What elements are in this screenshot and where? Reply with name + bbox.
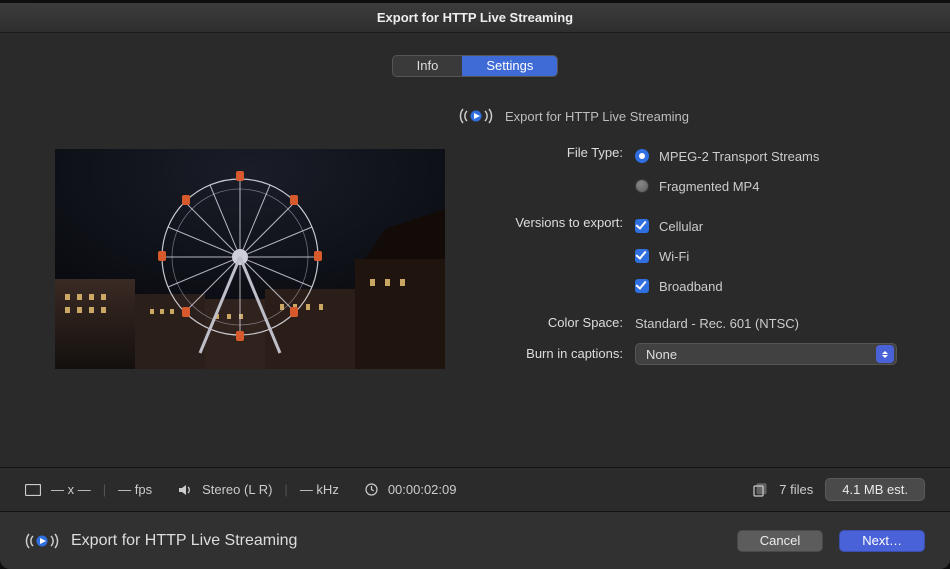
clock-icon <box>365 483 378 496</box>
checkbox-wifi[interactable]: Wi-Fi <box>635 243 897 269</box>
checkbox-broadband-label: Broadband <box>659 279 723 294</box>
settings-form: Export for HTTP Live Streaming File Type… <box>465 97 897 375</box>
tab-info[interactable]: Info <box>393 56 463 76</box>
checkbox-broadband[interactable]: Broadband <box>635 273 897 299</box>
status-audio: Stereo (L R) <box>202 482 272 497</box>
broadcast-icon <box>459 107 493 125</box>
select-arrows-icon <box>876 345 894 363</box>
window-title: Export for HTTP Live Streaming <box>0 3 950 33</box>
checkbox-cellular[interactable]: Cellular <box>635 213 897 239</box>
preview-thumbnail <box>55 149 445 369</box>
label-captions: Burn in captions: <box>465 344 635 364</box>
label-color-space: Color Space: <box>465 313 635 333</box>
status-size-estimate: 4.1 MB est. <box>825 478 925 501</box>
files-icon <box>753 483 767 497</box>
radio-off-icon <box>635 179 649 193</box>
cancel-button[interactable]: Cancel <box>737 530 823 552</box>
footer-bar: Export for HTTP Live Streaming Cancel Ne… <box>0 511 950 569</box>
status-fps: — fps <box>118 482 152 497</box>
status-dimensions: — x — <box>51 482 91 497</box>
status-khz: — kHz <box>300 482 339 497</box>
checkbox-cellular-label: Cellular <box>659 219 703 234</box>
row-versions: Versions to export: Cellular Wi-Fi <box>465 213 897 303</box>
preset-name: Export for HTTP Live Streaming <box>505 109 689 124</box>
radio-fragmented-mp4[interactable]: Fragmented MP4 <box>635 173 897 199</box>
radio-mpeg2-label: MPEG-2 Transport Streams <box>659 149 819 164</box>
content-area: Info Settings <box>0 33 950 569</box>
label-file-type: File Type: <box>465 143 635 163</box>
checkmark-icon <box>635 279 649 293</box>
status-duration: 00:00:02:09 <box>388 482 457 497</box>
checkmark-icon <box>635 249 649 263</box>
radio-mpeg2-ts[interactable]: MPEG-2 Transport Streams <box>635 143 897 169</box>
video-preview <box>55 149 445 375</box>
checkmark-icon <box>635 219 649 233</box>
status-bar: — x — | — fps Stereo (L R) | — kHz 00:00… <box>0 467 950 511</box>
select-captions[interactable]: None <box>635 343 897 365</box>
speaker-icon <box>178 484 192 496</box>
broadcast-icon <box>25 532 59 550</box>
row-captions: Burn in captions: None <box>465 343 897 365</box>
status-file-count: 7 files <box>779 482 813 497</box>
export-dialog: Export for HTTP Live Streaming Info Sett… <box>0 3 950 564</box>
row-color-space: Color Space: Standard - Rec. 601 (NTSC) <box>465 313 897 333</box>
select-captions-value: None <box>646 347 677 362</box>
settings-panel: Export for HTTP Live Streaming File Type… <box>25 77 925 467</box>
radio-on-icon <box>635 149 649 163</box>
checkbox-wifi-label: Wi-Fi <box>659 249 689 264</box>
label-versions: Versions to export: <box>465 213 635 233</box>
radio-fmp4-label: Fragmented MP4 <box>659 179 759 194</box>
tab-segmented-control[interactable]: Info Settings <box>392 55 559 77</box>
row-file-type: File Type: MPEG-2 Transport Streams Frag… <box>465 143 897 203</box>
footer-preset-name: Export for HTTP Live Streaming <box>71 532 297 550</box>
next-button[interactable]: Next… <box>839 530 925 552</box>
value-color-space: Standard - Rec. 601 (NTSC) <box>635 316 799 331</box>
frame-size-icon <box>25 484 41 496</box>
tab-settings[interactable]: Settings <box>462 56 557 76</box>
